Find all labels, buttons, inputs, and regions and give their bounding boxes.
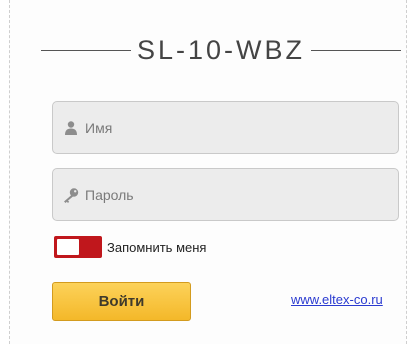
user-icon bbox=[61, 118, 81, 138]
device-title: SL-10-WBZ bbox=[136, 34, 306, 65]
remember-toggle[interactable] bbox=[54, 236, 102, 258]
username-input[interactable] bbox=[85, 112, 375, 143]
toggle-knob bbox=[57, 239, 79, 255]
title-row: SL-10-WBZ bbox=[41, 32, 401, 68]
remember-label: Запомнить меня bbox=[107, 239, 207, 255]
password-input[interactable] bbox=[85, 179, 375, 210]
title-divider-left bbox=[41, 49, 131, 51]
password-field[interactable] bbox=[52, 168, 399, 221]
title-divider-right bbox=[311, 49, 401, 51]
login-button[interactable]: Войти bbox=[52, 282, 191, 321]
remember-me: Запомнить меня bbox=[54, 236, 206, 258]
eltex-link[interactable]: www.eltex-co.ru bbox=[291, 292, 383, 307]
login-panel: SL-10-WBZ Запомнить меня Войти www.eltex… bbox=[9, 0, 407, 344]
username-field[interactable] bbox=[52, 101, 399, 154]
key-icon bbox=[61, 185, 81, 205]
